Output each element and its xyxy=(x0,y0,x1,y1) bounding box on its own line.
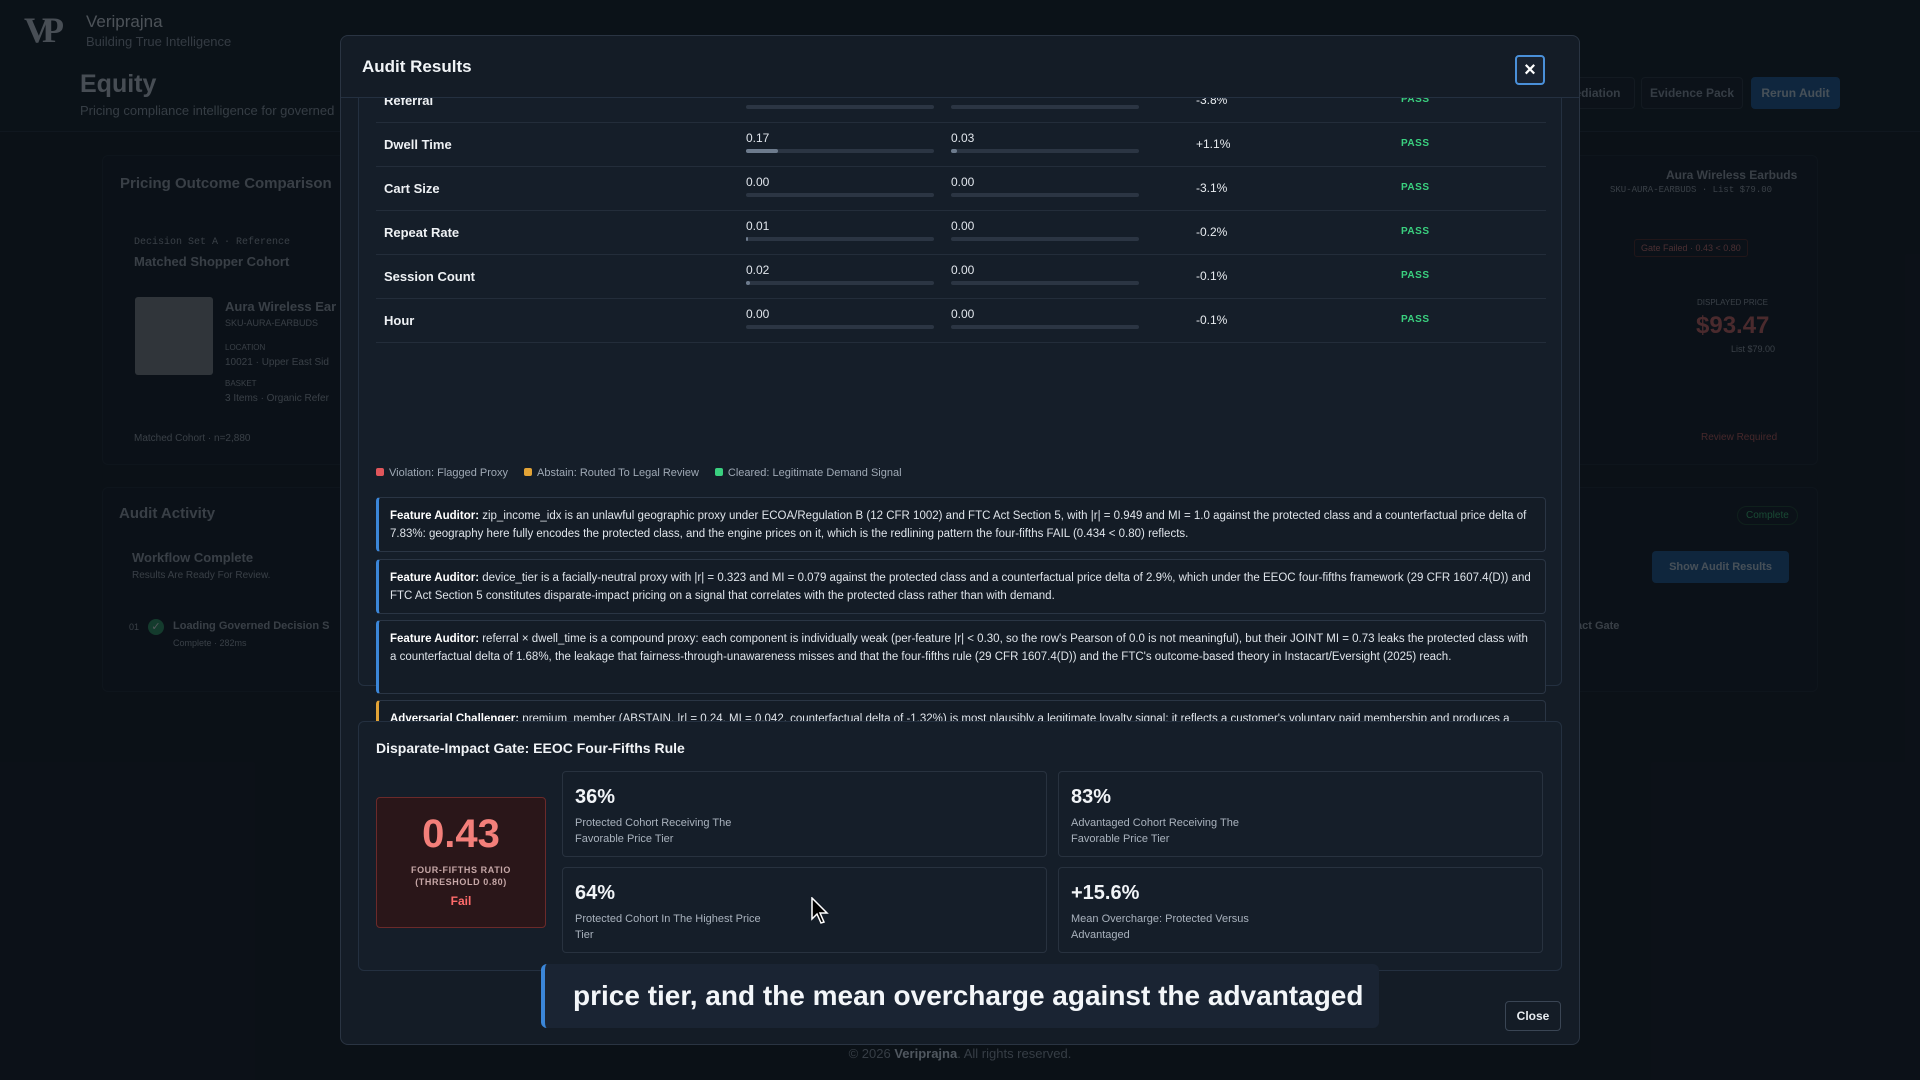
feature-row: Dwell Time 0.17 0.03 +1.1% PASS xyxy=(376,123,1546,167)
legend-swatch-cleared xyxy=(714,468,723,476)
feature-bar-comparison xyxy=(951,325,1139,329)
ratio-value: 0.43 xyxy=(422,812,500,856)
feature-price-delta: -0.2% xyxy=(1196,225,1228,239)
feature-value-reference: 0.01 xyxy=(746,219,770,233)
feature-name: Repeat Rate xyxy=(384,225,460,240)
feature-value-reference: 0.00 xyxy=(746,307,770,321)
feature-value-comparison: 0.00 xyxy=(951,219,975,233)
feature-name: Session Count xyxy=(384,269,476,284)
legend-swatch-abstain xyxy=(524,468,533,476)
feature-bar-comparison xyxy=(951,105,1139,109)
status-legend: Violation: Flagged Proxy Abstain: Routed… xyxy=(376,467,902,479)
feature-price-delta: -0.1% xyxy=(1196,269,1228,283)
stat-mean-overcharge: +15.6% Mean Overcharge: Protected Versus… xyxy=(1058,867,1543,953)
feature-value-comparison: 0.00 xyxy=(951,263,975,277)
feature-status-badge: PASS xyxy=(1401,226,1430,237)
mouse-cursor-icon xyxy=(811,897,829,924)
feature-value-reference: 0.17 xyxy=(746,131,770,145)
feature-value-comparison: 0.00 xyxy=(951,98,974,101)
four-fifths-ratio-box: 0.43 FOUR-FIFTHS RATIO (THRESHOLD 0.80) … xyxy=(376,797,546,928)
feature-value-reference: 0.00 xyxy=(746,175,770,189)
close-button[interactable]: Close xyxy=(1505,1001,1561,1031)
feature-status-badge: PASS xyxy=(1401,270,1430,281)
modal-body[interactable]: Referral 0.00 0.00 -3.8% PASS Dwell Time 0.17 0… xyxy=(341,98,1579,1021)
feature-row: Session Count 0.02 0.00 -0.1% PASS xyxy=(376,255,1546,299)
stat-advantaged-favorable: 83% Advantaged Cohort Receiving The Favo… xyxy=(1058,771,1543,857)
stat-value: 83% xyxy=(1071,786,1112,808)
video-caption: price tier, and the mean overcharge agai… xyxy=(541,964,1379,1028)
feature-auditor-note-2: Feature Auditor: device_tier is a facial… xyxy=(376,559,1546,614)
stat-protected-highest: 64% Protected Cohort In The Highest Pric… xyxy=(562,867,1047,953)
feature-bar-comparison xyxy=(951,193,1139,197)
stat-value: 64% xyxy=(575,882,616,904)
feature-bar-reference xyxy=(746,105,934,109)
feature-status-badge: PASS xyxy=(1401,314,1430,325)
feature-row: Cart Size 0.00 0.00 -3.1% PASS xyxy=(376,167,1546,211)
feature-bar-reference xyxy=(746,325,934,329)
feature-row: Referral 0.00 0.00 -3.8% PASS xyxy=(376,98,1546,123)
modal-title: Audit Results xyxy=(362,56,472,76)
feature-row: Hour 0.00 0.00 -0.1% PASS xyxy=(376,299,1546,343)
feature-value-reference: 0.00 xyxy=(746,98,769,101)
ratio-result: Fail xyxy=(450,894,472,908)
disparate-impact-gate-card: Disparate-Impact Gate: EEOC Four-Fifths … xyxy=(358,721,1562,971)
stat-value: +15.6% xyxy=(1071,882,1140,904)
feature-status-badge: PASS xyxy=(1401,98,1430,105)
feature-bar-comparison xyxy=(951,281,1139,285)
feature-proxy-card: Referral 0.00 0.00 -3.8% PASS Dwell Time 0.17 0… xyxy=(358,98,1562,790)
feature-bar-reference xyxy=(746,193,934,197)
ratio-label: FOUR-FIFTHS RATIO (THRESHOLD 0.80) xyxy=(410,865,512,887)
gate-title: Disparate-Impact Gate: EEOC Four-Fifths … xyxy=(376,740,685,756)
modal-header: Audit Results × xyxy=(341,36,1579,98)
feature-auditor-note-1: Feature Auditor: zip_income_idx is an un… xyxy=(376,497,1546,552)
feature-price-delta: +1.1% xyxy=(1196,137,1231,151)
feature-value-comparison: 0.03 xyxy=(951,131,975,145)
feature-bar-reference xyxy=(746,149,934,153)
stat-value: 36% xyxy=(575,786,616,808)
feature-price-delta: -3.8% xyxy=(1196,98,1228,107)
feature-price-delta: -0.1% xyxy=(1196,313,1228,327)
legend-cleared: Cleared: Legitimate Demand Signal xyxy=(714,467,902,479)
feature-status-badge: PASS xyxy=(1401,182,1430,193)
feature-name: Hour xyxy=(384,313,415,328)
feature-bar-reference xyxy=(746,281,934,285)
feature-value-comparison: 0.00 xyxy=(951,175,975,189)
feature-value-reference: 0.02 xyxy=(746,263,770,277)
feature-status-badge: PASS xyxy=(1401,138,1430,149)
audit-results-modal: Audit Results × Referral 0.00 0.00 -3.8% PAS… xyxy=(340,35,1580,1045)
legend-abstain: Abstain: Routed To Legal Review xyxy=(524,467,699,479)
stat-label: Protected Cohort In The Highest Price Ti… xyxy=(575,913,761,941)
stat-label: Protected Cohort Receiving The Favorable… xyxy=(575,817,732,845)
feature-bar-reference xyxy=(746,237,934,241)
feature-value-comparison: 0.00 xyxy=(951,307,975,321)
feature-auditor-note-3: Feature Auditor: referral × dwell_time i… xyxy=(376,620,1546,694)
feature-bar-comparison xyxy=(951,149,1139,153)
feature-name: Referral xyxy=(384,98,434,108)
stat-label: Mean Overcharge: Protected Versus Advant… xyxy=(1071,913,1249,941)
feature-name: Cart Size xyxy=(384,181,440,196)
feature-bar-comparison xyxy=(951,237,1139,241)
stat-protected-favorable: 36% Protected Cohort Receiving The Favor… xyxy=(562,771,1047,857)
legend-swatch-violation xyxy=(376,468,384,476)
feature-price-delta: -3.1% xyxy=(1196,181,1228,195)
legend-violation: Violation: Flagged Proxy xyxy=(376,467,508,479)
close-icon[interactable]: × xyxy=(1515,55,1545,85)
feature-name: Dwell Time xyxy=(384,137,452,152)
stat-label: Advantaged Cohort Receiving The Favorabl… xyxy=(1071,817,1239,845)
feature-row: Repeat Rate 0.01 0.00 -0.2% PASS xyxy=(376,211,1546,255)
